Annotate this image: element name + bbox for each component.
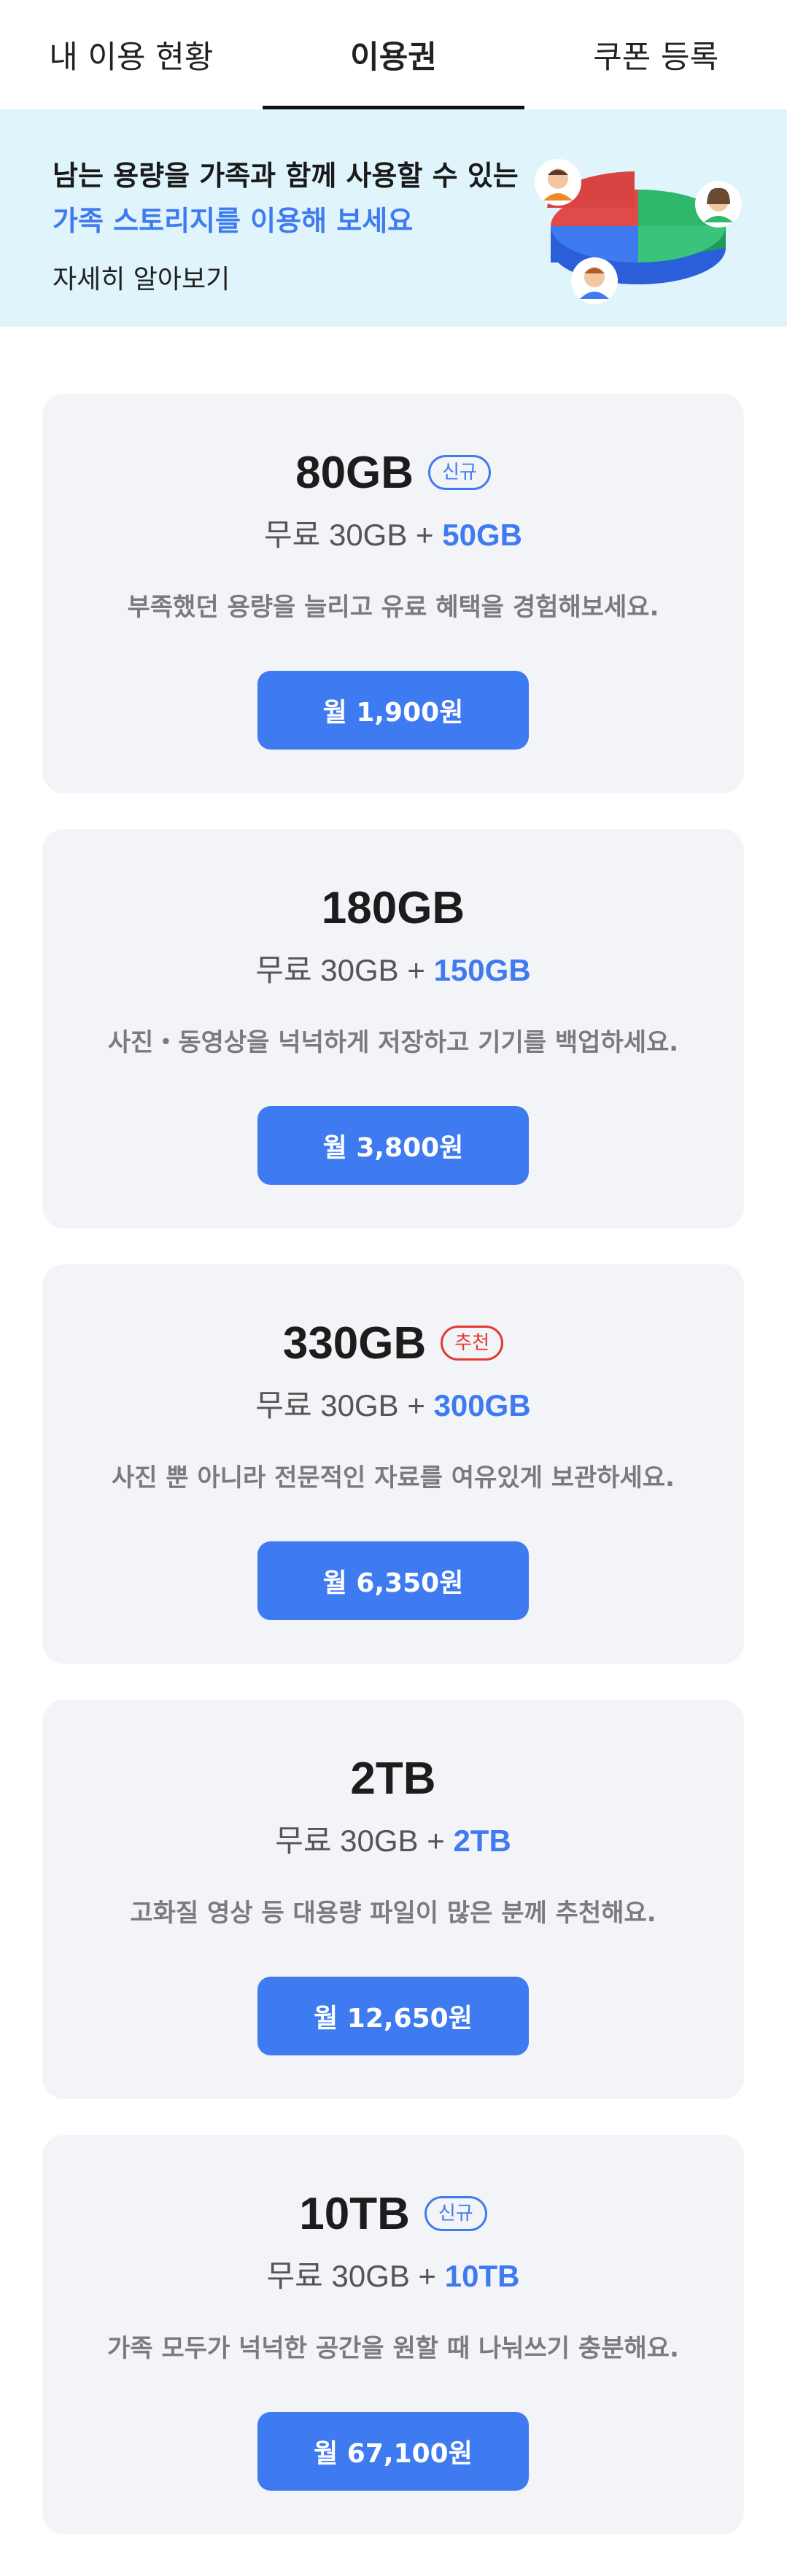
extra-capacity: 50GB [442,518,522,552]
new-badge: 신규 [428,455,491,490]
free-capacity: 무료 30GB [275,1824,419,1858]
plan-card-80gb: 80GB 신규 무료 30GB + 50GB 부족했던 용량을 늘리고 유료 혜… [42,394,744,793]
plus-sign: + [409,2259,445,2293]
tab-label: 쿠폰 등록 [593,39,719,76]
plan-description: 사진・동영상을 넉넉하게 저장하고 기기를 백업하세요. [107,1028,679,1057]
tab-usage-status[interactable]: 내 이용 현황 [0,0,263,109]
banner-headline: 남는 용량을 가족과 함께 사용할 수 있는 [53,160,519,192]
extra-capacity: 300GB [433,1388,531,1423]
free-capacity: 무료 30GB [255,953,399,987]
subscribe-button[interactable]: 월 1,900원 [257,671,529,750]
extra-capacity: 150GB [433,953,531,987]
subscribe-button[interactable]: 월 67,100원 [257,2412,529,2491]
free-capacity: 무료 30GB [266,2259,410,2293]
plus-sign: + [398,1388,434,1423]
tab-coupon-register[interactable]: 쿠폰 등록 [524,0,787,109]
tab-label: 내 이용 현황 [49,39,214,76]
plan-title-row: 2TB [42,1749,744,1808]
family-sharing-pie-illustration [535,159,742,304]
plan-description: 사진 뿐 아니라 전문적인 자료를 여유있게 보관하세요. [111,1463,675,1493]
subscribe-button[interactable]: 월 6,350원 [257,1541,529,1620]
plan-description: 고화질 영상 등 대용량 파일이 많은 분께 추천해요. [130,1899,656,1928]
free-capacity: 무료 30GB [264,518,408,552]
recommended-badge: 추천 [441,1326,504,1361]
plan-card-2tb: 2TB 무료 30GB + 2TB 고화질 영상 등 대용량 파일이 많은 분께… [42,1700,744,2099]
plan-card-180gb: 180GB 무료 30GB + 150GB 사진・동영상을 넉넉하게 저장하고 … [42,829,744,1229]
tab-bar: 내 이용 현황 이용권 쿠폰 등록 [0,0,787,109]
subscribe-button[interactable]: 월 3,800원 [257,1106,529,1185]
plan-title: 80GB [295,447,414,498]
plan-description: 가족 모두가 넉넉한 공간을 원할 때 나눠쓰기 충분해요. [107,2334,679,2363]
subscribe-button[interactable]: 월 12,650원 [257,1977,529,2055]
plan-capacity: 무료 30GB + 300GB [42,1381,744,1425]
new-badge: 신규 [424,2196,487,2231]
plan-title: 180GB [321,882,465,933]
plan-capacity: 무료 30GB + 50GB [42,510,744,555]
plan-title: 10TB [299,2188,410,2239]
plan-description: 부족했던 용량을 늘리고 유료 혜택을 경험해보세요. [127,593,659,622]
plan-title-row: 330GB 추천 [42,1314,744,1372]
plan-title: 330GB [282,1318,427,1369]
plus-sign: + [407,518,443,552]
learn-more-link[interactable]: 자세히 알아보기 [53,258,230,296]
plan-title-row: 180GB [42,879,744,937]
plan-capacity: 무료 30GB + 10TB [42,2252,744,2296]
plan-capacity: 무료 30GB + 150GB [42,946,744,990]
plus-sign: + [398,953,434,987]
free-capacity: 무료 30GB [255,1388,399,1423]
plan-title-row: 10TB 신규 [42,2184,744,2243]
extra-capacity: 2TB [453,1824,511,1858]
plan-card-10tb: 10TB 신규 무료 30GB + 10TB 가족 모두가 넉넉한 공간을 원할… [42,2135,744,2534]
plan-title: 2TB [350,1753,436,1804]
tab-vouchers[interactable]: 이용권 [262,0,525,109]
banner-subheadline: 가족 스토리지를 이용해 보세요 [53,205,414,237]
family-storage-banner[interactable]: 남는 용량을 가족과 함께 사용할 수 있는 가족 스토리지를 이용해 보세요 … [0,109,787,327]
extra-capacity: 10TB [444,2259,520,2293]
plan-card-330gb: 330GB 추천 무료 30GB + 300GB 사진 뿐 아니라 전문적인 자… [42,1264,744,1664]
plus-sign: + [418,1824,454,1858]
plan-capacity: 무료 30GB + 2TB [42,1816,744,1861]
tab-label: 이용권 [350,39,437,76]
plan-title-row: 80GB 신규 [42,443,744,502]
